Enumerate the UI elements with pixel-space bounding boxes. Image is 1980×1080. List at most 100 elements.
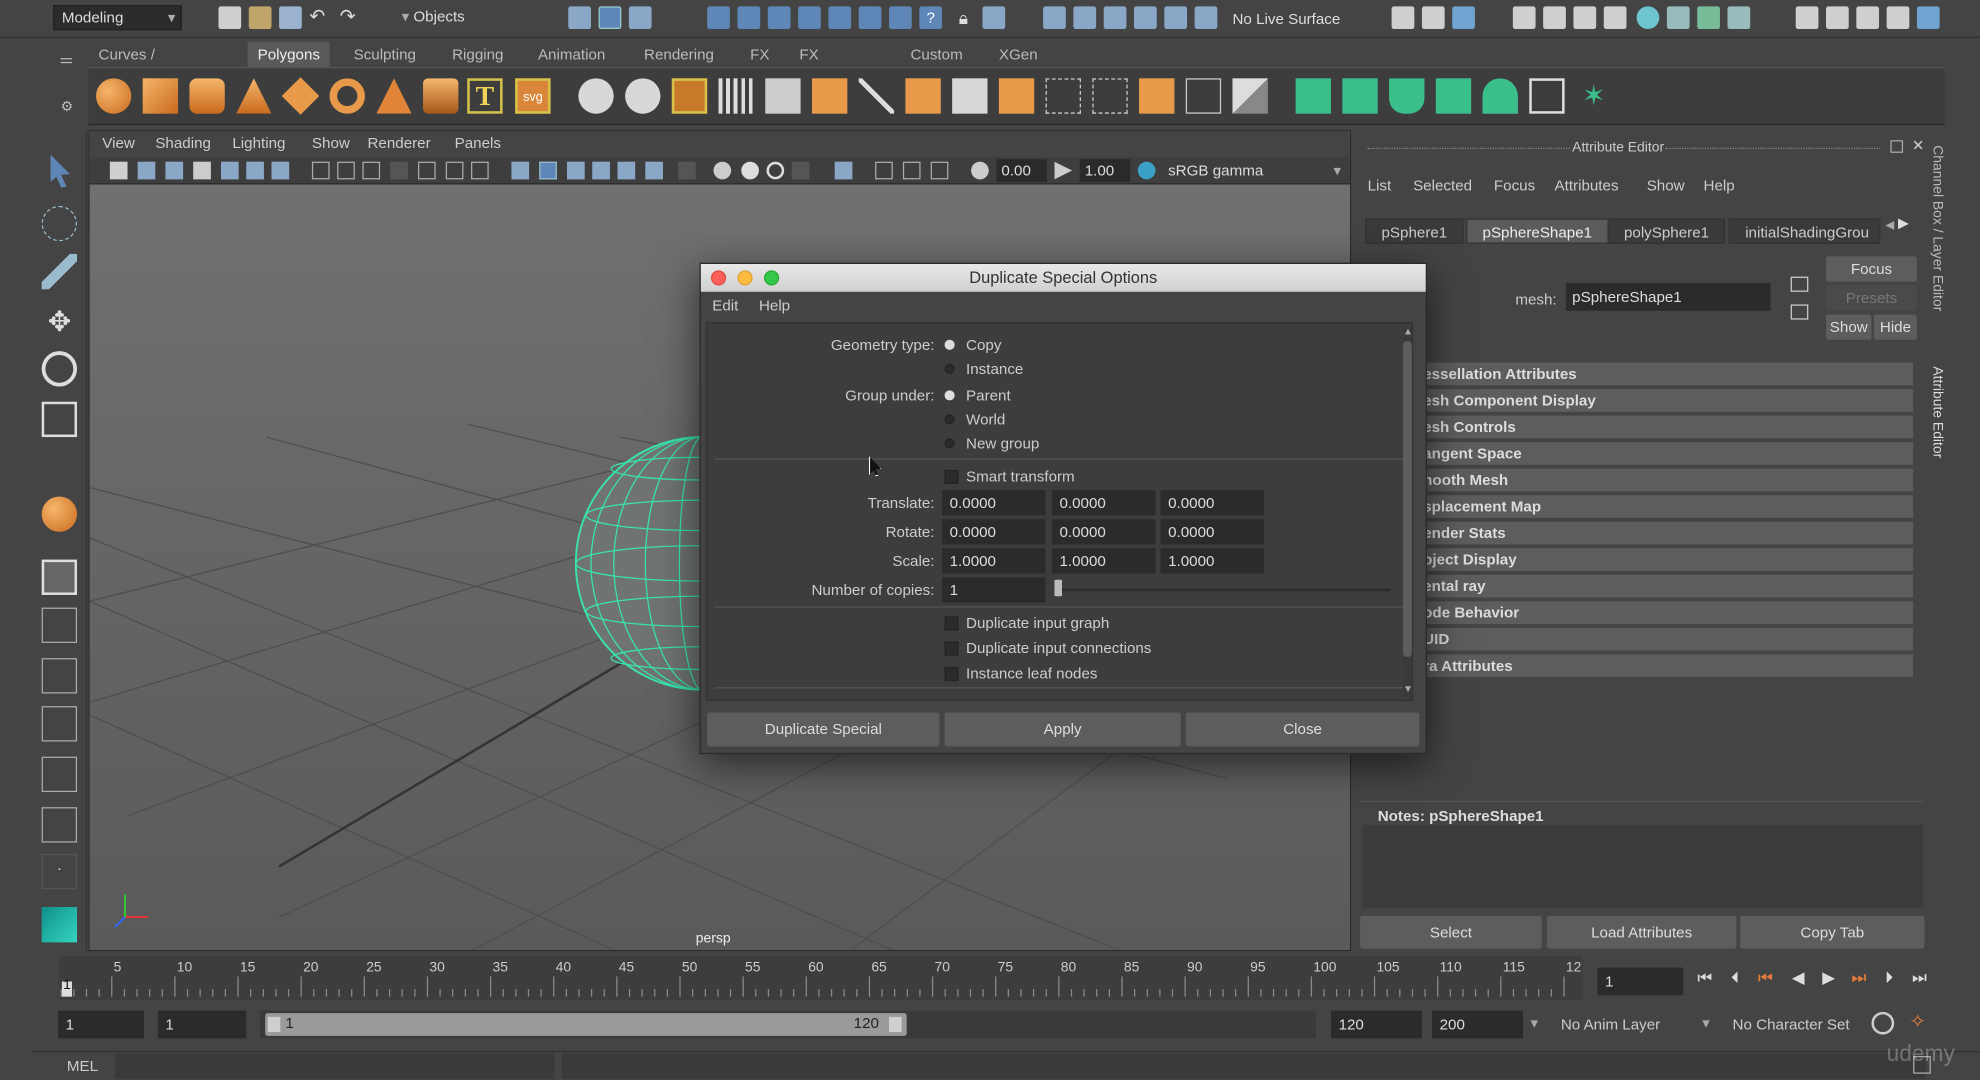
menu-lighting[interactable]: Lighting — [232, 134, 285, 152]
duplicate-input-connections-checkbox[interactable] — [944, 641, 959, 656]
select-object-icon[interactable] — [598, 6, 622, 30]
tab-scroll-left-icon[interactable]: ◀ — [1885, 219, 1894, 233]
selection-mode-menu[interactable]: ▾ Objects — [393, 5, 533, 31]
lasso-tool-icon[interactable] — [41, 205, 78, 242]
single-view-icon[interactable] — [41, 559, 78, 595]
camera-attributes-icon[interactable] — [137, 161, 156, 180]
select-hierarchy-icon[interactable] — [568, 6, 591, 30]
type-tool-icon[interactable]: T — [467, 78, 503, 114]
playback-end-field[interactable]: 120 — [1330, 1010, 1422, 1039]
section-mesh-component-display[interactable]: esh Component Display — [1418, 389, 1914, 412]
play-backwards-icon[interactable]: ◀ — [1788, 968, 1808, 988]
focus-button[interactable]: Focus — [1826, 256, 1917, 282]
ipr-icon[interactable] — [1573, 6, 1597, 30]
color-management-icon[interactable] — [1137, 161, 1156, 180]
tab-fx-caching[interactable]: FX Caching — [789, 42, 865, 88]
four-view-icon[interactable] — [41, 607, 78, 643]
scale-tool-icon[interactable] — [41, 401, 78, 438]
copies-slider-handle[interactable] — [1054, 579, 1063, 597]
ae-menu-attributes[interactable]: Attributes — [1555, 177, 1619, 195]
select-tool-icon[interactable] — [50, 154, 70, 188]
go-to-output-icon[interactable] — [1790, 304, 1809, 320]
channel-box-icon[interactable] — [1826, 6, 1849, 30]
ae-tab-psphere1[interactable]: pSphere1 — [1365, 218, 1464, 244]
section-displacement-map[interactable]: splacement Map — [1418, 495, 1914, 518]
render-frame-icon[interactable] — [1543, 6, 1566, 30]
hide-button[interactable]: Hide — [1873, 314, 1917, 340]
step-back-key-icon[interactable]: ⏮ — [1755, 968, 1775, 988]
pick-icon[interactable] — [982, 6, 1006, 30]
character-set-label[interactable]: No Character Set — [1733, 1016, 1850, 1034]
poly-cone-icon[interactable] — [236, 78, 272, 114]
copy-tab-button[interactable]: Copy Tab — [1740, 915, 1925, 949]
duplicate-special-button[interactable]: Duplicate Special — [707, 712, 940, 747]
screen-space-ao-icon[interactable] — [678, 161, 696, 180]
smart-transform-checkbox[interactable] — [944, 469, 959, 484]
pencil-icon[interactable] — [271, 161, 290, 180]
multisample-icon[interactable] — [741, 161, 759, 180]
history-icon[interactable] — [889, 6, 912, 30]
presets-button[interactable]: Presets — [1826, 285, 1917, 311]
append-icon[interactable] — [998, 78, 1035, 114]
separate-icon[interactable] — [625, 78, 661, 114]
tool-settings-icon[interactable] — [1795, 6, 1819, 30]
tab-xgen[interactable]: XGen — [989, 42, 1048, 67]
chevron-down-icon[interactable]: ▾ — [1702, 1014, 1710, 1032]
chevron-down-icon[interactable]: ▾ — [1531, 1014, 1539, 1032]
scroll-down-icon[interactable]: ▼ — [1403, 683, 1413, 694]
use-all-lights-icon[interactable] — [617, 161, 636, 180]
attribute-editor-side-tab[interactable]: Attribute Editor — [1930, 366, 1945, 458]
safe-action-icon[interactable] — [445, 161, 464, 180]
combine-icon[interactable] — [578, 78, 614, 114]
camera-select-icon[interactable] — [109, 161, 128, 180]
ae-menu-selected[interactable]: Selected — [1413, 177, 1472, 195]
hypershade-icon[interactable] — [1636, 6, 1660, 30]
smooth-icon[interactable] — [718, 78, 754, 114]
group-parent-radio[interactable] — [944, 390, 955, 401]
ae-menu-list[interactable]: List — [1368, 177, 1392, 195]
render-region-icon[interactable] — [1391, 6, 1415, 30]
go-to-start-icon[interactable]: ⏮ — [1695, 968, 1715, 988]
tab-rendering[interactable]: Rendering — [634, 42, 724, 67]
tab-polygons[interactable]: Polygons — [247, 41, 331, 67]
new-scene-icon[interactable] — [218, 6, 242, 30]
section-object-display[interactable]: oject Display — [1418, 548, 1914, 571]
more-layouts-icon[interactable]: · — [41, 853, 78, 890]
resolution-gate-icon[interactable] — [362, 161, 381, 180]
extrude-icon[interactable] — [811, 78, 848, 114]
dialog-menu-help[interactable]: Help — [759, 297, 790, 315]
hypershade-layout-icon[interactable] — [41, 756, 78, 793]
poly-cylinder-icon[interactable] — [189, 78, 225, 114]
step-forward-key-icon[interactable]: ⏭ — [1849, 968, 1869, 988]
rotate-y-field[interactable]: 0.0000 — [1051, 519, 1156, 545]
snap-grid-icon[interactable] — [707, 6, 730, 30]
motion-blur-icon[interactable] — [713, 161, 732, 180]
menu-show[interactable]: Show — [312, 134, 350, 152]
ae-menu-help[interactable]: Help — [1704, 177, 1735, 195]
anim-layer-label[interactable]: No Anim Layer — [1561, 1016, 1660, 1034]
input-ops-icon[interactable] — [1043, 6, 1066, 30]
exposure-field[interactable]: 0.00 — [996, 159, 1047, 182]
attribute-editor-toggle-icon[interactable] — [1727, 6, 1751, 30]
snap-live-icon[interactable] — [858, 6, 882, 30]
uv-editor-icon[interactable] — [1295, 78, 1331, 114]
persp-outliner-icon[interactable] — [41, 658, 78, 694]
tab-animation[interactable]: Animation — [528, 42, 616, 67]
textured-icon[interactable] — [592, 161, 610, 180]
xray-joints-icon[interactable] — [875, 161, 893, 180]
poly-pyramid-icon[interactable] — [376, 78, 412, 114]
zoom-window-icon[interactable] — [763, 270, 780, 286]
hud-icon[interactable] — [930, 161, 949, 180]
translate-z-field[interactable]: 0.0000 — [1160, 490, 1265, 516]
isolate-select-icon[interactable] — [791, 161, 810, 180]
range-slider-bar[interactable] — [265, 1013, 907, 1036]
save-scene-icon[interactable] — [279, 6, 302, 30]
section-tessellation[interactable]: essellation Attributes — [1418, 362, 1914, 386]
xray-icon[interactable] — [834, 161, 853, 180]
grid-icon[interactable] — [311, 161, 330, 180]
select-button[interactable]: Select — [1360, 915, 1542, 949]
ipr-render-icon[interactable] — [1452, 6, 1475, 30]
snap-view-icon[interactable] — [798, 6, 821, 30]
shadows-icon[interactable] — [645, 161, 663, 180]
gate-mask-icon[interactable] — [390, 161, 408, 180]
